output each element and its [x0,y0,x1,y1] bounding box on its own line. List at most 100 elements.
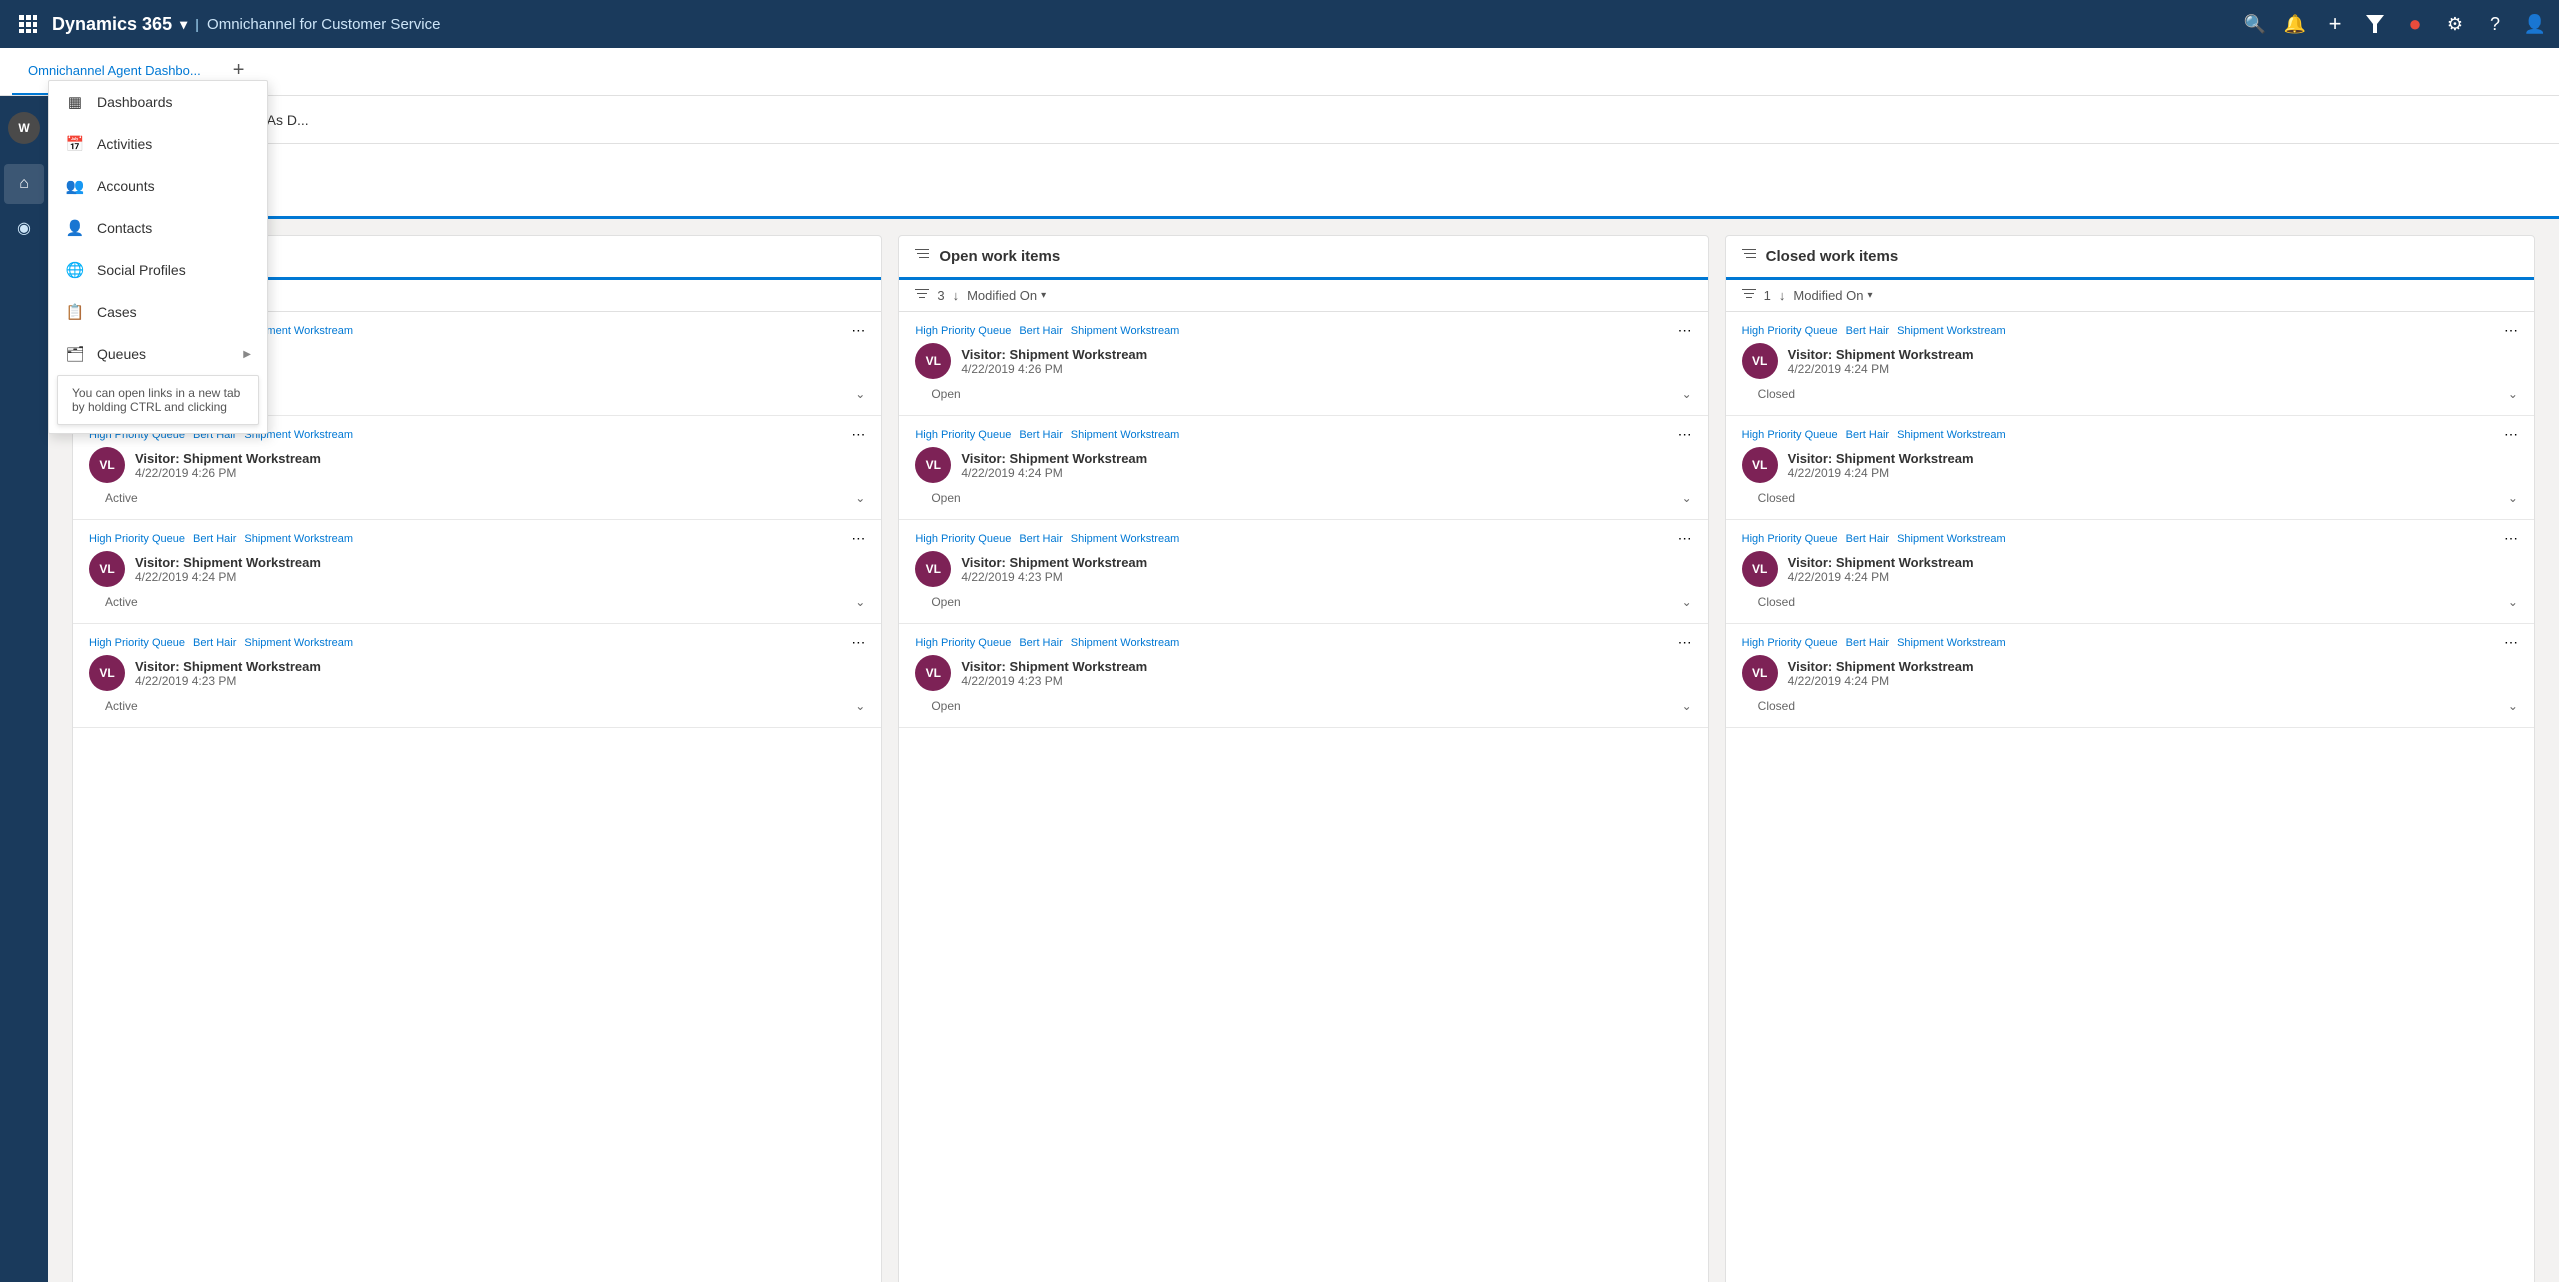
tag[interactable]: Shipment Workstream [1071,429,1180,441]
tag[interactable]: Shipment Workstream [1897,429,2006,441]
work-item-main: VL Visitor: Shipment Workstream 4/22/201… [915,655,1691,691]
app-title: Dynamics 365 [52,14,172,35]
work-item-date: 4/22/2019 4:24 PM [1788,362,2518,376]
work-item-more-btn[interactable]: ⋯ [851,634,865,651]
work-item-more-btn[interactable]: ⋯ [2504,322,2518,339]
work-item-avatar: VL [915,655,951,691]
expand-icon[interactable]: ⌄ [1682,387,1692,401]
sidebar-home-icon[interactable]: ⌂ [4,164,44,204]
tag[interactable]: Bert Hair [1019,637,1062,649]
notification-icon[interactable]: 🔔 [2283,12,2307,36]
work-item-more-btn[interactable]: ⋯ [1678,634,1692,651]
work-item-more-btn[interactable]: ⋯ [851,322,865,339]
sort-arrow[interactable]: ↓ [953,288,960,303]
work-item-more-btn[interactable]: ⋯ [851,530,865,547]
app-title-chevron[interactable]: ▾ [180,16,187,33]
work-item-info: Visitor: Shipment Workstream 4/22/2019 4… [135,555,865,584]
dropdown-item-dashboards[interactable]: ▦ Dashboards [49,81,267,123]
work-item-name: Visitor: Shipment Workstream [135,659,865,674]
tag[interactable]: Bert Hair [1846,637,1889,649]
help-icon[interactable]: ? [2483,12,2507,36]
tag[interactable]: Shipment Workstream [1897,325,2006,337]
tag[interactable]: High Priority Queue [89,637,185,649]
user-icon[interactable]: 👤 [2523,12,2547,36]
tag[interactable]: Shipment Workstream [1897,637,2006,649]
grid-menu-icon[interactable] [12,8,44,40]
dropdown-item-cases[interactable]: 📋 Cases [49,291,267,333]
work-item-status: Active [89,695,154,717]
expand-icon[interactable]: ⌄ [855,387,865,401]
work-item-more-btn[interactable]: ⋯ [1678,322,1692,339]
tag[interactable]: High Priority Queue [1742,637,1838,649]
tag[interactable]: High Priority Queue [915,429,1011,441]
tag[interactable]: High Priority Queue [915,533,1011,545]
tag[interactable]: Shipment Workstream [1897,533,2006,545]
tag[interactable]: High Priority Queue [915,637,1011,649]
work-item-avatar: VL [1742,551,1778,587]
tag[interactable]: High Priority Queue [1742,429,1838,441]
work-item-info: Visitor: Shipment Workstream 4/22/2019 4… [1788,347,2518,376]
dropdown-item-contacts[interactable]: 👤 Contacts [49,207,267,249]
work-item-info: Visitor: Shipment Workstream 4/22/2019 4… [1788,659,2518,688]
add-icon[interactable]: + [2323,12,2347,36]
work-item-date: 4/22/2019 4:23 PM [135,674,865,688]
expand-icon[interactable]: ⌄ [1682,699,1692,713]
expand-icon[interactable]: ⌄ [2508,491,2518,505]
tag[interactable]: High Priority Queue [89,533,185,545]
sort-arrow[interactable]: ↓ [1779,288,1786,303]
sort-label[interactable]: Modified On ▾ [1793,288,1872,303]
dropdown-icon-activities: 📅 [65,135,85,153]
tag[interactable]: Shipment Workstream [1071,637,1180,649]
search-icon[interactable]: 🔍 [2243,12,2267,36]
sidebar-nav-icon[interactable]: ◉ [4,208,44,248]
work-item-main: VL Visitor: Shipment Workstream 4/22/201… [915,343,1691,379]
tag[interactable]: Shipment Workstream [244,533,353,545]
tag[interactable]: Bert Hair [1846,325,1889,337]
work-item-more-btn[interactable]: ⋯ [1678,530,1692,547]
expand-icon[interactable]: ⌄ [1682,595,1692,609]
expand-icon[interactable]: ⌄ [855,491,865,505]
tag[interactable]: Bert Hair [193,533,236,545]
work-item-status: Active [89,591,154,613]
expand-icon[interactable]: ⌄ [2508,595,2518,609]
work-item-more-btn[interactable]: ⋯ [851,426,865,443]
work-item-avatar: VL [89,655,125,691]
dropdown-icon-contacts: 👤 [65,219,85,237]
work-item-more-btn[interactable]: ⋯ [2504,426,2518,443]
work-item-info: Visitor: Shipment Workstream 4/22/2019 4… [961,451,1691,480]
work-item-more-btn[interactable]: ⋯ [2504,530,2518,547]
tag[interactable]: Shipment Workstream [244,637,353,649]
filter-icon[interactable] [2363,12,2387,36]
dropdown-label: Dashboards [97,94,251,110]
expand-icon[interactable]: ⌄ [855,595,865,609]
tag[interactable]: Bert Hair [1019,429,1062,441]
dropdown-item-accounts[interactable]: 👥 Accounts [49,165,267,207]
work-item-more-btn[interactable]: ⋯ [1678,426,1692,443]
tag[interactable]: Bert Hair [1846,429,1889,441]
status-indicator[interactable]: ● [2403,12,2427,36]
work-item-more-btn[interactable]: ⋯ [2504,634,2518,651]
column-header: Open work items [899,236,1707,280]
tag[interactable]: Shipment Workstream [1071,325,1180,337]
tag[interactable]: High Priority Queue [1742,533,1838,545]
work-item-tags: High Priority Queue Bert Hair Shipment Wor… [1742,426,2518,443]
sort-label[interactable]: Modified On ▾ [967,288,1046,303]
work-item-footer: Active ⌄ [89,591,865,613]
tag[interactable]: Bert Hair [1019,325,1062,337]
settings-icon[interactable]: ⚙ [2443,12,2467,36]
work-item: High Priority Queue Bert Hair Shipment Wor… [73,520,881,624]
tag[interactable]: Shipment Workstream [1071,533,1180,545]
expand-icon[interactable]: ⌄ [855,699,865,713]
expand-icon[interactable]: ⌄ [2508,699,2518,713]
expand-icon[interactable]: ⌄ [2508,387,2518,401]
tag[interactable]: Bert Hair [1846,533,1889,545]
expand-icon[interactable]: ⌄ [1682,491,1692,505]
tag[interactable]: Bert Hair [1019,533,1062,545]
dropdown-item-social-profiles[interactable]: 🌐 Social Profiles [49,249,267,291]
tag[interactable]: High Priority Queue [915,325,1011,337]
tag[interactable]: High Priority Queue [1742,325,1838,337]
dropdown-item-activities[interactable]: 📅 Activities [49,123,267,165]
dropdown-item-queues[interactable]: 🗂 Queues ▶ [49,333,267,375]
tag[interactable]: Bert Hair [193,637,236,649]
work-item-main: VL Visitor: Shipment Workstream 4/22/201… [1742,447,2518,483]
